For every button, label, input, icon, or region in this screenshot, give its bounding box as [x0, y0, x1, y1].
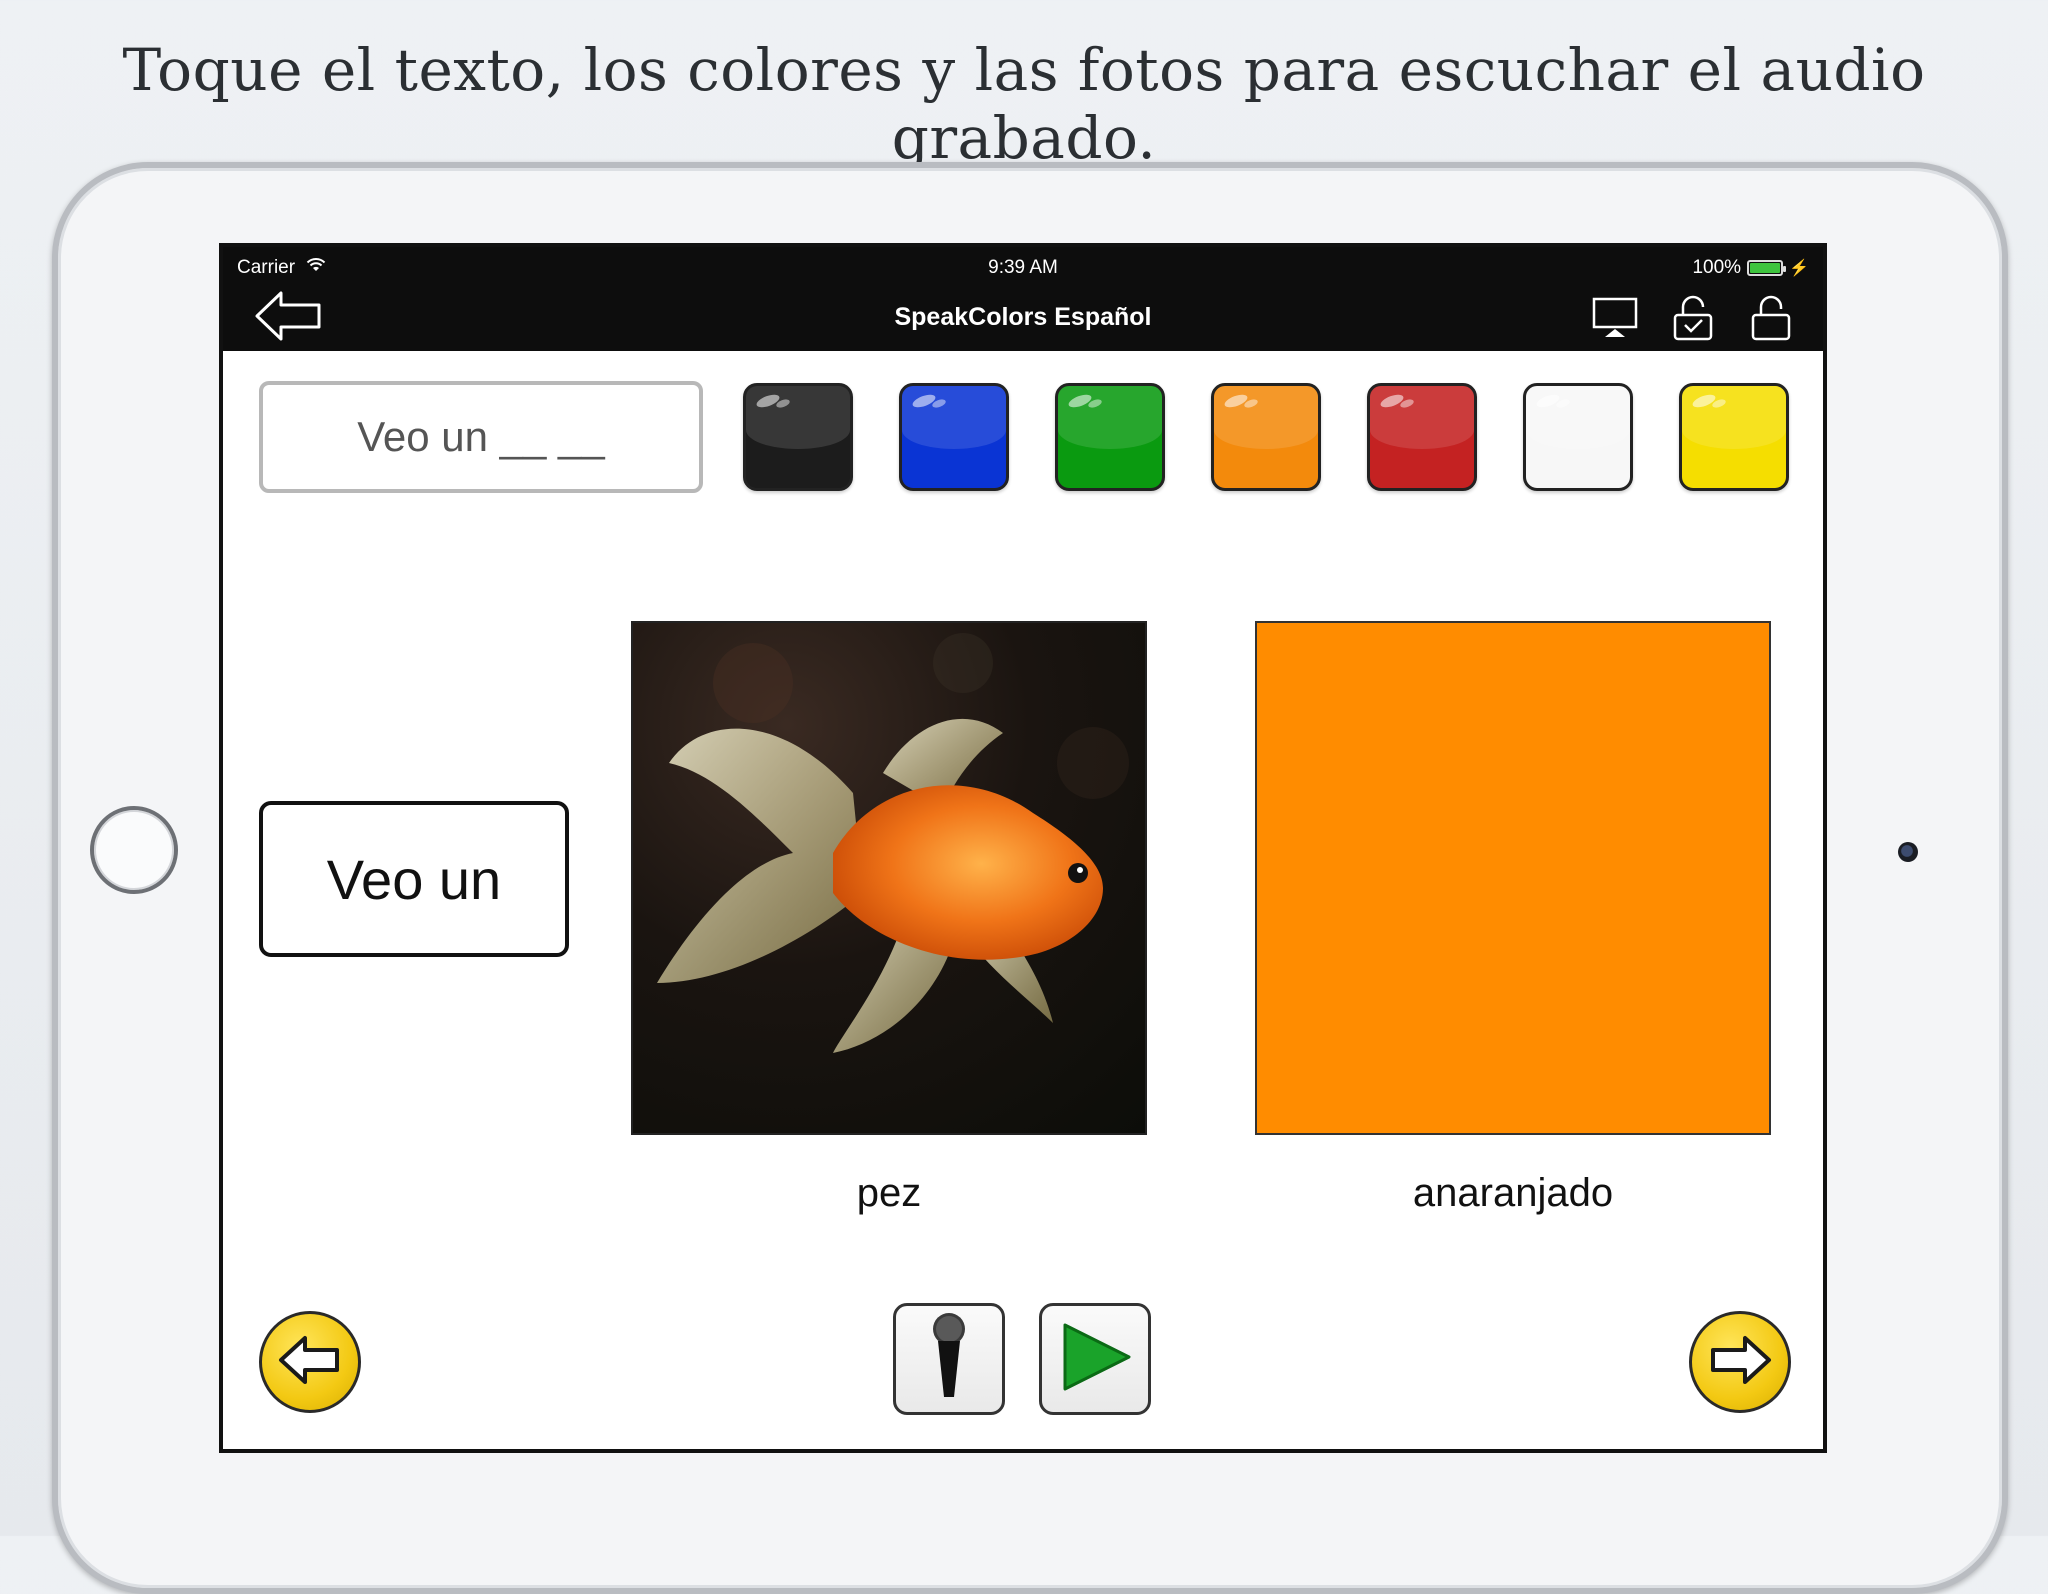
swatch-red[interactable]: [1367, 383, 1477, 491]
left-arrow-icon: [275, 1330, 345, 1395]
top-bar: Carrier 9:39 AM 100% ⚡ SpeakColors Españ…: [223, 247, 1823, 351]
swatch-yellow[interactable]: [1679, 383, 1789, 491]
play-icon: [1055, 1317, 1135, 1402]
nav-icons: [1591, 293, 1795, 341]
swatch-blue[interactable]: [899, 383, 1009, 491]
microphone-icon: [924, 1311, 974, 1408]
battery-icon: [1747, 260, 1787, 276]
play-button[interactable]: [1039, 1303, 1151, 1415]
unlock-check-icon[interactable]: [1669, 293, 1717, 341]
swatch-orange[interactable]: [1211, 383, 1321, 491]
record-button[interactable]: [893, 1303, 1005, 1415]
goldfish-photo[interactable]: [631, 621, 1147, 1135]
app-screen: Carrier 9:39 AM 100% ⚡ SpeakColors Españ…: [219, 243, 1827, 1453]
next-button[interactable]: [1689, 1311, 1791, 1413]
status-battery: 100% ⚡: [1692, 257, 1809, 279]
status-time: 9:39 AM: [988, 257, 1058, 278]
swatch-green[interactable]: [1055, 383, 1165, 491]
prev-button[interactable]: [259, 1311, 361, 1413]
word-box[interactable]: Veo un: [259, 801, 569, 957]
color-card[interactable]: [1255, 621, 1771, 1135]
airplay-icon[interactable]: [1591, 293, 1639, 341]
front-camera: [1898, 842, 1918, 862]
charging-bolt-icon: ⚡: [1789, 260, 1809, 277]
unlock-icon[interactable]: [1747, 293, 1795, 341]
nav-title: SpeakColors Español: [894, 303, 1152, 331]
headline: Toque el texto, los colores y las fotos …: [122, 36, 1926, 172]
home-button[interactable]: [90, 806, 178, 894]
color-swatches: [743, 383, 1789, 491]
battery-percent: 100%: [1692, 257, 1742, 278]
right-arrow-icon: [1705, 1330, 1775, 1395]
swatch-black[interactable]: [743, 383, 853, 491]
sentence-field[interactable]: Veo un __ __: [259, 381, 703, 493]
swatch-white[interactable]: [1523, 383, 1633, 491]
photo-label[interactable]: pez: [631, 1171, 1147, 1216]
color-label[interactable]: anaranjado: [1255, 1171, 1771, 1216]
